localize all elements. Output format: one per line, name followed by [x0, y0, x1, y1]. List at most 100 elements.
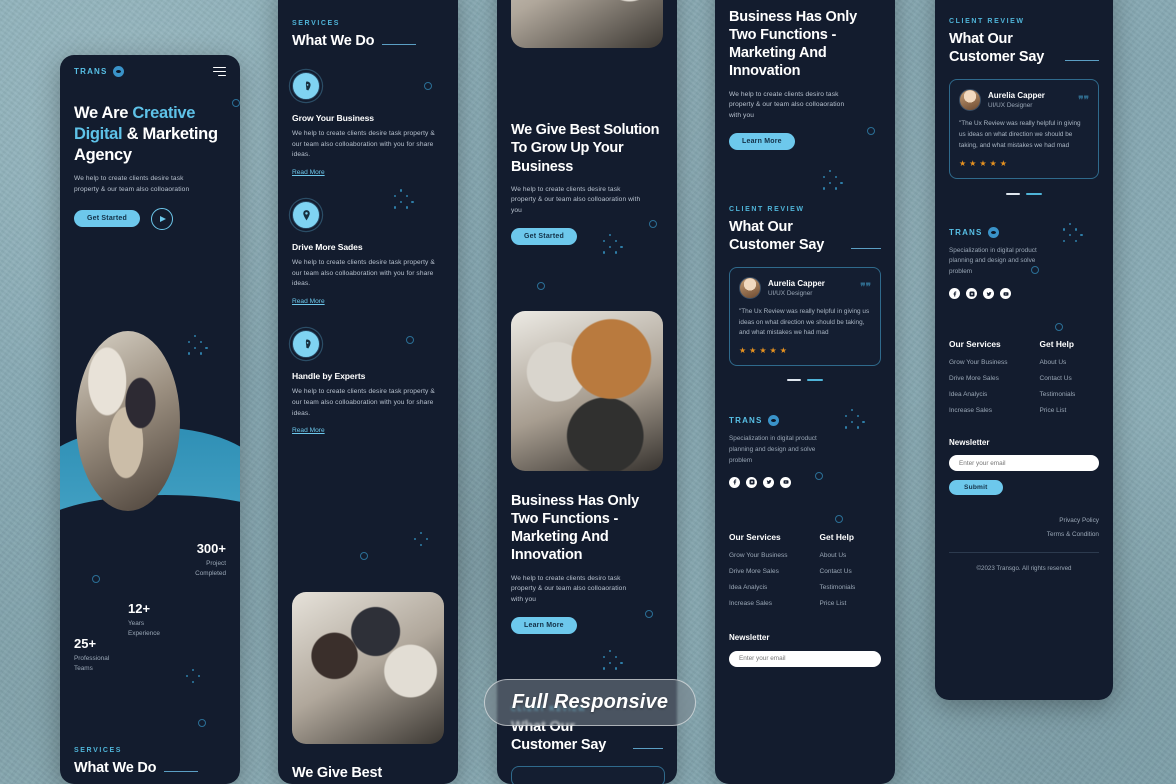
section-photo [511, 0, 663, 48]
footer-link[interactable]: Increase Sales [949, 407, 1008, 414]
footer-link[interactable]: Price List [820, 600, 856, 607]
rocket-icon [292, 330, 320, 359]
pager-dot-active[interactable] [807, 379, 823, 382]
read-more-link[interactable]: Read More [292, 169, 325, 176]
service-card: Drive More Sades We help to create clien… [278, 189, 458, 308]
stat-item: 12+ Years Experience [128, 601, 174, 639]
decor-ring [867, 127, 875, 135]
phone-screen-4: Business Has Only Two Functions - Market… [715, 0, 895, 784]
newsletter-email-input[interactable] [949, 455, 1099, 472]
pager-dot[interactable] [787, 379, 801, 382]
footer-link[interactable]: Contact Us [1040, 375, 1076, 382]
decor-ring [198, 719, 206, 727]
brand-name: TRANS [74, 67, 108, 76]
carousel-pager[interactable] [949, 192, 1099, 195]
decor-ring [406, 336, 414, 345]
learn-more-button[interactable]: Learn More [511, 616, 577, 634]
quote-icon: ❞❞ [1078, 94, 1089, 106]
footer-link[interactable]: Price List [1040, 407, 1076, 414]
facebook-icon[interactable] [949, 288, 960, 300]
learn-more-button[interactable]: Learn More [729, 132, 795, 150]
youtube-icon[interactable] [780, 476, 791, 488]
testimonial-card: Aurelia Capper UI/UX Designer ❞❞ "The Ux… [949, 79, 1099, 179]
services-eyebrow: SERVICES [74, 747, 123, 754]
brand-logo[interactable]: TRANS [74, 66, 124, 77]
decor-dots [603, 234, 623, 254]
testimonial-card [511, 766, 665, 784]
facebook-icon[interactable] [729, 476, 740, 488]
footer-link[interactable]: Testimonials [1040, 391, 1076, 398]
stats-section: 300+ Project Completed 12+ Years Experie… [60, 541, 240, 701]
service-card: Grow Your Business We help to create cli… [278, 72, 458, 179]
decor-ring [1055, 322, 1063, 331]
footer-link[interactable]: About Us [1040, 359, 1076, 366]
privacy-policy-link[interactable]: Privacy Policy [949, 517, 1099, 524]
read-more-link[interactable]: Read More [292, 298, 325, 305]
phone-screen-5: CLIENT REVIEW What Our Customer Say Aure… [935, 0, 1113, 700]
service-description: We help to create clients desire task pr… [292, 130, 435, 159]
service-title: Drive More Sades [292, 242, 363, 253]
instagram-icon[interactable] [966, 288, 977, 300]
footer-link[interactable]: Grow Your Business [729, 552, 788, 559]
review-title: What Our Customer Say [729, 218, 825, 253]
footer-column: Get Help About Us Contact Us Testimonial… [1040, 339, 1076, 414]
footer-link[interactable]: Contact Us [820, 568, 856, 575]
footer-description: Specialization in digital product planni… [949, 246, 1037, 276]
functions-title: Business Has Only Two Functions - Market… [729, 9, 857, 80]
decor-ring [645, 610, 653, 618]
footer-column: Our Services Grow Your Business Drive Mo… [949, 339, 1008, 414]
decor-ring [649, 220, 657, 228]
decor-ring [232, 99, 240, 107]
footer-brand-name: TRANS [729, 416, 763, 426]
pager-dot-active[interactable] [1026, 192, 1042, 195]
star-rating: ★ ★ ★ ★ ★ [739, 346, 787, 356]
decor-dots [394, 189, 414, 209]
footer-link[interactable]: Drive More Sales [729, 568, 788, 575]
footer-link[interactable]: Idea Analycis [729, 584, 788, 591]
hero-title-pre: We Are [74, 104, 133, 122]
footer-link[interactable]: Grow Your Business [949, 359, 1008, 366]
terms-condition-link[interactable]: Terms & Condition [949, 531, 1099, 538]
get-started-button[interactable]: Get Started [74, 210, 140, 228]
stat-item: 300+ Project Completed [174, 541, 226, 580]
hero-title: We Are Creative Digital & Marketing Agen… [74, 103, 226, 165]
decor-dots [414, 532, 428, 546]
newsletter-submit-button[interactable]: Submit [949, 480, 1003, 496]
carousel-pager[interactable] [729, 379, 881, 382]
footer-link[interactable]: Increase Sales [729, 600, 788, 607]
phone-screen-2: SERVICES What We Do Grow Your Business W… [278, 0, 458, 784]
youtube-icon[interactable] [1000, 288, 1011, 300]
footer-link[interactable]: About Us [820, 552, 856, 559]
footer-link[interactable]: Idea Analycis [949, 391, 1008, 398]
footer: TRANS Specialization in digital product … [935, 222, 1113, 573]
newsletter-email-input[interactable] [729, 650, 881, 667]
decor-dots [823, 170, 843, 190]
solution-title-partial: We Give Best [292, 765, 383, 781]
footer-column: Get Help About Us Contact Us Testimonial… [820, 532, 856, 607]
phone-screen-1: TRANS We Are Creative Digital & Marketin… [60, 55, 240, 784]
decor-ring [835, 515, 843, 524]
functions-description: We help to create clients desiro task pr… [729, 90, 845, 119]
footer-link[interactable]: Drive More Sales [949, 375, 1008, 382]
footer-link[interactable]: Testimonials [820, 584, 856, 591]
full-responsive-badge: Full Responsive [484, 679, 696, 726]
instagram-icon[interactable] [746, 476, 757, 488]
stat-value: 300+ [196, 541, 226, 556]
section-photo [511, 311, 663, 471]
hamburger-icon[interactable] [213, 66, 226, 77]
play-icon[interactable] [150, 207, 173, 230]
read-more-link[interactable]: Read More [292, 427, 325, 434]
twitter-icon[interactable] [983, 288, 994, 300]
social-links [949, 288, 1099, 300]
eye-icon [987, 226, 999, 238]
pager-dot[interactable] [1006, 192, 1020, 195]
reviewer-name: Aurelia Capper [988, 91, 1045, 101]
copyright-text: ©2023 Transgo. All rights reserved [976, 565, 1072, 573]
badge-pin-icon [292, 201, 320, 230]
rocket-icon [292, 72, 320, 101]
social-links [729, 476, 881, 488]
footer-brand-name: TRANS [949, 227, 983, 237]
twitter-icon[interactable] [763, 476, 774, 488]
get-started-button[interactable]: Get Started [511, 227, 577, 245]
review-eyebrow: CLIENT REVIEW [949, 18, 1025, 25]
